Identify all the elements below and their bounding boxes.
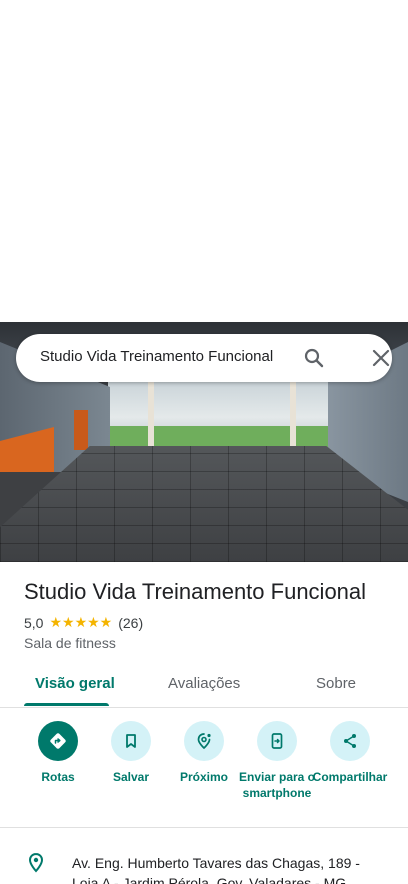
search-bar[interactable]: Studio Vida Treinamento Funcional xyxy=(16,334,392,382)
share-button[interactable]: Compartilhar xyxy=(310,721,390,785)
map-blank-area xyxy=(0,0,408,322)
search-icon[interactable] xyxy=(302,346,326,370)
directions-button[interactable]: Rotas xyxy=(18,721,98,785)
rating-row[interactable]: 5,0 ★★★★★ (26) xyxy=(24,614,143,631)
directions-label: Rotas xyxy=(41,770,75,784)
share-label: Compartilhar xyxy=(312,770,388,784)
place-category[interactable]: Sala de fitness xyxy=(24,635,116,651)
send-to-phone-icon xyxy=(257,721,297,761)
review-count[interactable]: (26) xyxy=(118,615,143,631)
save-label: Salvar xyxy=(112,770,150,784)
rating-stars: ★★★★★ xyxy=(49,614,113,630)
divider xyxy=(0,827,408,828)
tab-overview[interactable]: Visão geral xyxy=(35,675,115,692)
nearby-button[interactable]: Próximo xyxy=(164,721,244,785)
nearby-icon xyxy=(184,721,224,761)
tab-reviews[interactable]: Avaliações xyxy=(168,675,240,692)
send-to-phone-button[interactable]: Enviar para o smartphone xyxy=(237,721,317,801)
active-tab-indicator xyxy=(24,703,109,706)
rating-value: 5,0 xyxy=(24,614,44,631)
action-buttons: Rotas Salvar Próximo Enviar para o smart… xyxy=(0,721,408,827)
share-icon xyxy=(330,721,370,761)
tab-about[interactable]: Sobre xyxy=(316,675,356,692)
send-to-phone-label: Enviar para o smartphone xyxy=(238,770,316,800)
search-query[interactable]: Studio Vida Treinamento Funcional xyxy=(40,348,273,365)
address-text[interactable]: Av. Eng. Humberto Tavares das Chagas, 18… xyxy=(72,853,372,884)
nearby-label: Próximo xyxy=(179,770,228,784)
place-title: Studio Vida Treinamento Funcional xyxy=(24,579,367,604)
bookmark-icon xyxy=(111,721,151,761)
location-pin-icon xyxy=(24,851,48,875)
close-icon[interactable] xyxy=(369,346,393,370)
directions-icon xyxy=(38,721,78,761)
save-button[interactable]: Salvar xyxy=(91,721,171,785)
tab-bar: Visão geral Avaliações Sobre xyxy=(0,664,408,708)
